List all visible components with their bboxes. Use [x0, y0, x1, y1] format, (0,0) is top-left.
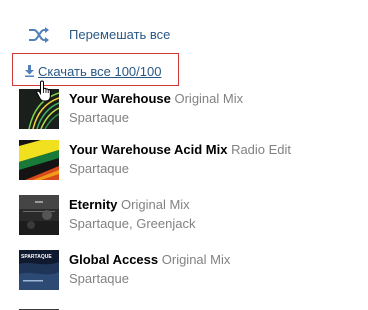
track-artist[interactable]: Spartaque: [69, 110, 129, 125]
album-cover[interactable]: SPARTAQUE: [19, 250, 59, 290]
track-name: Eternity: [69, 197, 118, 212]
track-artist[interactable]: Spartaque: [69, 161, 129, 176]
track-artist[interactable]: Spartaque, Greenjack: [69, 216, 195, 231]
track-version: Radio Edit: [231, 142, 292, 157]
track-name: Global Access: [69, 252, 159, 267]
track-name: Your Warehouse: [69, 91, 171, 106]
track-name: Your Warehouse Acid Mix: [69, 142, 228, 157]
hand-cursor-icon: [36, 80, 51, 102]
track-title: Your Warehouse Acid Mix Radio Edit: [69, 142, 291, 157]
album-cover[interactable]: [19, 140, 59, 180]
track-title: Eternity Original Mix: [69, 197, 190, 212]
track-version: Original Mix: [121, 197, 190, 212]
track-row[interactable]: Your Warehouse Acid Mix Radio Edit Spart…: [0, 140, 368, 190]
download-icon: [25, 65, 34, 77]
track-row[interactable]: Your Warehouse Original Mix Spartaque: [0, 89, 368, 139]
track-row[interactable]: Eternity Original Mix Spartaque, Greenja…: [0, 195, 368, 245]
track-title: Your Warehouse Original Mix: [69, 91, 243, 106]
cover-text: SPARTAQUE: [21, 254, 52, 260]
download-all-label: Скачать все 100/100: [38, 64, 162, 79]
track-artist[interactable]: Spartaque: [69, 271, 129, 286]
shuffle-all-button[interactable]: Перемешать все: [0, 18, 368, 52]
track-version: Original Mix: [161, 252, 231, 267]
track-row[interactable]: SPARTAQUE Global Access Original Mix Spa…: [0, 250, 368, 300]
shuffle-label: Перемешать все: [69, 27, 171, 42]
shuffle-icon: [29, 27, 49, 43]
track-row[interactable]: [0, 303, 368, 310]
track-version: Original Mix: [174, 91, 244, 106]
album-cover[interactable]: [19, 303, 59, 310]
track-title: Global Access Original Mix: [69, 252, 230, 267]
album-cover[interactable]: [19, 195, 59, 235]
